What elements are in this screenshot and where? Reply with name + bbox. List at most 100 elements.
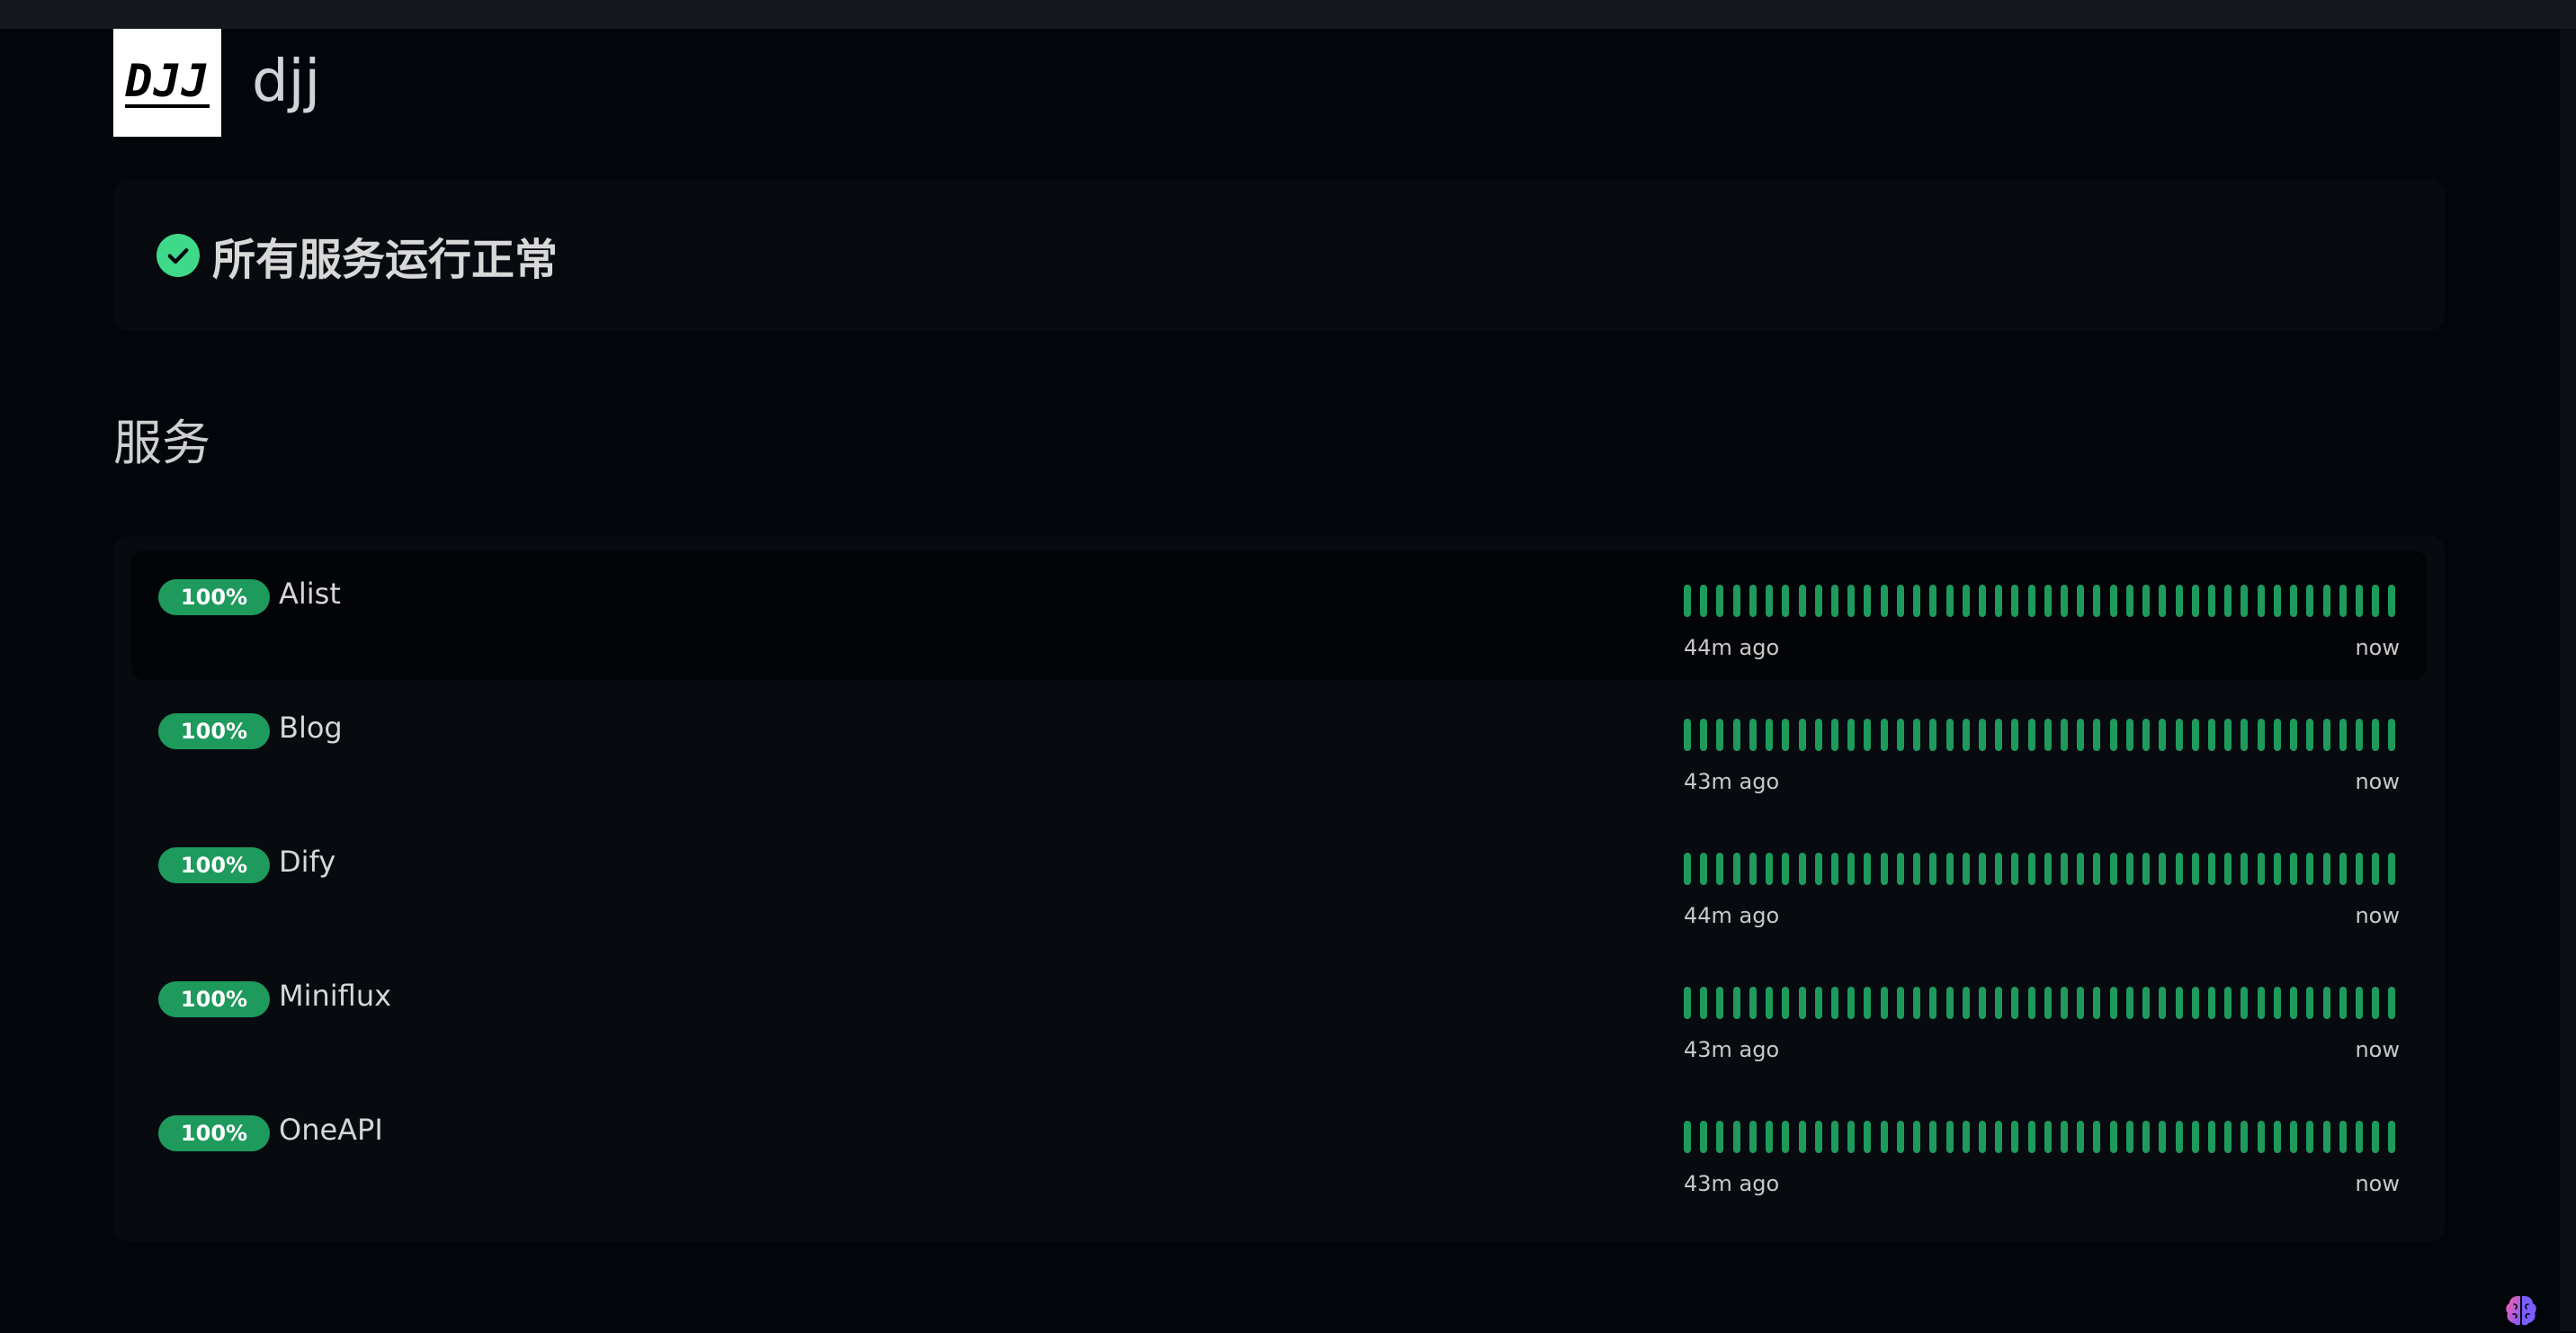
service-name[interactable]: Alist bbox=[279, 576, 341, 612]
status-bar[interactable] bbox=[2109, 585, 2117, 617]
status-bar[interactable] bbox=[1716, 987, 1724, 1019]
status-bar[interactable] bbox=[1700, 719, 1708, 751]
status-bar[interactable] bbox=[2372, 987, 2380, 1019]
service-row-dify[interactable]: 100% Dify 44m ago now bbox=[131, 819, 2427, 948]
status-bar[interactable] bbox=[1732, 1121, 1740, 1153]
status-bar[interactable] bbox=[1782, 987, 1790, 1019]
status-bar[interactable] bbox=[1978, 585, 1986, 617]
status-bar[interactable] bbox=[2077, 585, 2085, 617]
status-bar[interactable] bbox=[1995, 987, 2003, 1019]
status-bar[interactable] bbox=[1684, 585, 1691, 617]
status-bar[interactable] bbox=[1798, 1121, 1806, 1153]
status-bar[interactable] bbox=[1716, 1121, 1724, 1153]
status-bar[interactable] bbox=[2273, 719, 2281, 751]
status-bar[interactable] bbox=[2339, 719, 2347, 751]
status-bar[interactable] bbox=[1830, 987, 1838, 1019]
status-bar[interactable] bbox=[2241, 719, 2249, 751]
status-bar[interactable] bbox=[1864, 853, 1872, 885]
status-bar[interactable] bbox=[2044, 987, 2052, 1019]
status-bar[interactable] bbox=[2159, 853, 2167, 885]
status-bar[interactable] bbox=[2273, 1121, 2281, 1153]
status-bar[interactable] bbox=[1749, 987, 1757, 1019]
status-bar[interactable] bbox=[1847, 853, 1856, 885]
status-bar[interactable] bbox=[1896, 853, 1904, 885]
status-bar[interactable] bbox=[2191, 987, 2199, 1019]
status-bar[interactable] bbox=[1864, 987, 1872, 1019]
status-bar[interactable] bbox=[1830, 853, 1838, 885]
status-bar[interactable] bbox=[2372, 719, 2380, 751]
status-bar[interactable] bbox=[2388, 853, 2396, 885]
status-bar[interactable] bbox=[2109, 1121, 2117, 1153]
status-bar[interactable] bbox=[2224, 1121, 2232, 1153]
status-bar[interactable] bbox=[2241, 585, 2249, 617]
status-bar[interactable] bbox=[2061, 585, 2069, 617]
status-bar[interactable] bbox=[1978, 1121, 1986, 1153]
status-bar[interactable] bbox=[2044, 719, 2052, 751]
service-row-blog[interactable]: 100% Blog 43m ago now bbox=[131, 684, 2427, 814]
status-bar[interactable] bbox=[1978, 987, 1986, 1019]
status-bar[interactable] bbox=[2273, 585, 2281, 617]
status-bar[interactable] bbox=[2027, 987, 2035, 1019]
status-bar[interactable] bbox=[1749, 585, 1757, 617]
status-bar[interactable] bbox=[1880, 1121, 1888, 1153]
status-bar[interactable] bbox=[2322, 1121, 2330, 1153]
status-bar[interactable] bbox=[2355, 585, 2363, 617]
status-bar[interactable] bbox=[2125, 1121, 2133, 1153]
status-bar[interactable] bbox=[2290, 719, 2298, 751]
status-bar[interactable] bbox=[1962, 585, 1970, 617]
status-bar[interactable] bbox=[2273, 853, 2281, 885]
status-bar[interactable] bbox=[2093, 585, 2101, 617]
status-bar[interactable] bbox=[1896, 585, 1904, 617]
status-bar[interactable] bbox=[1700, 1121, 1708, 1153]
status-bar[interactable] bbox=[2027, 585, 2035, 617]
status-bar[interactable] bbox=[1929, 853, 1937, 885]
scrollbar[interactable] bbox=[2560, 29, 2576, 1331]
status-bar[interactable] bbox=[1880, 585, 1888, 617]
status-bar[interactable] bbox=[2306, 585, 2314, 617]
status-bar[interactable] bbox=[2093, 987, 2101, 1019]
brain-icon[interactable] bbox=[2502, 1292, 2540, 1329]
status-bar[interactable] bbox=[1896, 719, 1904, 751]
status-bar[interactable] bbox=[2077, 987, 2085, 1019]
status-bar[interactable] bbox=[2290, 1121, 2298, 1153]
status-bar[interactable] bbox=[1716, 719, 1724, 751]
status-bar[interactable] bbox=[1700, 853, 1708, 885]
status-bar[interactable] bbox=[1782, 585, 1790, 617]
status-bar[interactable] bbox=[2175, 585, 2183, 617]
status-bar[interactable] bbox=[2142, 585, 2151, 617]
status-bar[interactable] bbox=[2224, 719, 2232, 751]
status-bar[interactable] bbox=[2322, 853, 2330, 885]
status-bar[interactable] bbox=[1766, 1121, 1774, 1153]
status-bar[interactable] bbox=[2191, 585, 2199, 617]
status-bar[interactable] bbox=[2241, 1121, 2249, 1153]
status-bar[interactable] bbox=[1798, 585, 1806, 617]
status-bar[interactable] bbox=[2241, 987, 2249, 1019]
status-bar[interactable] bbox=[2257, 719, 2265, 751]
status-bar[interactable] bbox=[2241, 853, 2249, 885]
status-bar[interactable] bbox=[1814, 1121, 1822, 1153]
status-bar[interactable] bbox=[1929, 719, 1937, 751]
status-bar[interactable] bbox=[2306, 987, 2314, 1019]
status-bar[interactable] bbox=[2061, 1121, 2069, 1153]
status-bar[interactable] bbox=[1913, 1121, 1921, 1153]
status-bar[interactable] bbox=[1913, 987, 1921, 1019]
status-bar[interactable] bbox=[1945, 853, 1954, 885]
status-bar[interactable] bbox=[2208, 1121, 2215, 1153]
status-bar[interactable] bbox=[2306, 719, 2314, 751]
status-bar[interactable] bbox=[1847, 1121, 1856, 1153]
status-bar[interactable] bbox=[2388, 719, 2396, 751]
status-bar[interactable] bbox=[2109, 853, 2117, 885]
status-bar[interactable] bbox=[2257, 853, 2265, 885]
status-bar[interactable] bbox=[1913, 719, 1921, 751]
status-bar[interactable] bbox=[1798, 719, 1806, 751]
status-bar[interactable] bbox=[2093, 719, 2101, 751]
status-bar[interactable] bbox=[1830, 585, 1838, 617]
status-bar[interactable] bbox=[2044, 1121, 2052, 1153]
status-bar[interactable] bbox=[2322, 719, 2330, 751]
status-bar[interactable] bbox=[1798, 987, 1806, 1019]
status-bar[interactable] bbox=[1798, 853, 1806, 885]
status-bar[interactable] bbox=[1995, 719, 2003, 751]
service-name[interactable]: Miniflux bbox=[279, 978, 391, 1014]
status-bar[interactable] bbox=[1945, 585, 1954, 617]
status-bar[interactable] bbox=[2372, 1121, 2380, 1153]
